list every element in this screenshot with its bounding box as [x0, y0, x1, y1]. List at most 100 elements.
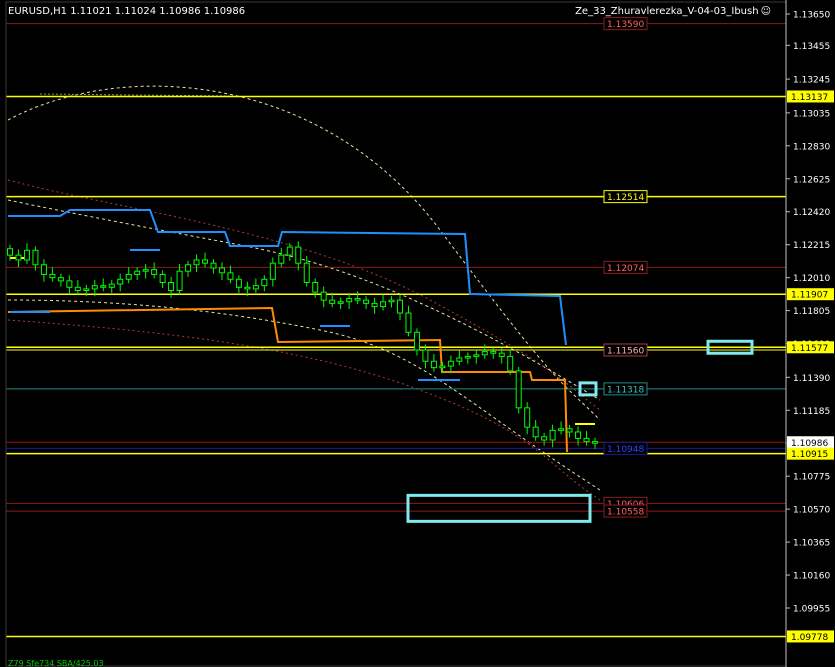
- price-chart[interactable]: 1.13650 1.13455 1.13245 1.13035 1.12830 1.126…: [0, 0, 835, 667]
- cyan-marker-box[interactable]: [406, 493, 592, 523]
- candle-body: [210, 262, 217, 269]
- candle-body: [49, 273, 56, 279]
- candle-body: [244, 286, 251, 290]
- candle-body: [524, 407, 531, 428]
- candle-body: [185, 264, 192, 272]
- axis-tick-label: 1.10570: [793, 506, 830, 516]
- price-tag-label: 1.10986: [791, 439, 828, 449]
- level-label: 1.10948: [607, 445, 644, 455]
- candle-body: [176, 270, 183, 292]
- envelope-lines: [7, 85, 601, 501]
- candle-body: [566, 428, 573, 433]
- candle-body: [7, 248, 13, 256]
- candle-body: [269, 262, 276, 280]
- candle-body: [346, 298, 353, 303]
- candle-body: [575, 431, 582, 439]
- candle-body: [23, 249, 30, 261]
- axis-tick-label: 1.12830: [793, 142, 830, 152]
- axis-tick-label: 1.12420: [793, 208, 830, 218]
- price-tag-label: 1.11907: [791, 291, 828, 301]
- price-tag-label: 1.10915: [791, 450, 828, 460]
- candle-body: [57, 277, 64, 282]
- candle-body: [74, 286, 81, 292]
- blue-step-line: [8, 209, 567, 346]
- price-tag-label: 1.13137: [791, 93, 828, 103]
- axis-tick-label: 1.11185: [793, 407, 830, 417]
- axis-tick-label: 1.11805: [793, 307, 830, 317]
- candle-body: [447, 360, 454, 367]
- price-tag-label: 1.09778: [791, 633, 828, 643]
- candle-body: [193, 259, 200, 266]
- candle-body: [40, 264, 47, 275]
- candle-body: [151, 269, 158, 275]
- candle-body: [117, 278, 124, 285]
- candles: [7, 241, 598, 449]
- candle-body: [397, 299, 403, 314]
- candle-body: [388, 299, 395, 303]
- candle-body: [278, 254, 285, 264]
- markers: [406, 339, 754, 523]
- candle-body: [549, 429, 556, 441]
- candle-body: [558, 428, 565, 431]
- candle-body: [515, 370, 522, 409]
- candle-body: [456, 357, 463, 362]
- candle-body: [15, 254, 22, 261]
- axis-tick-label: 1.13035: [793, 109, 830, 119]
- level-label: 1.12514: [607, 193, 644, 203]
- candle-body: [422, 349, 429, 362]
- level-label: 1.11560: [607, 346, 644, 356]
- candle-body: [66, 280, 73, 288]
- candle-body: [473, 354, 480, 357]
- candle-body: [202, 259, 208, 264]
- axis-tick-label: 1.12010: [793, 274, 830, 284]
- price-tag-label: 1.11577: [791, 344, 828, 354]
- candle-body: [91, 285, 98, 290]
- footer-text: Z79 Sfe734 SBA/425.03: [8, 659, 104, 667]
- candle-body: [592, 441, 598, 444]
- axis-tick-label: 1.13650: [793, 11, 830, 21]
- candle-body: [464, 355, 471, 359]
- candle-body: [354, 298, 361, 301]
- envelope-line: [7, 299, 601, 491]
- candle-body: [125, 273, 132, 280]
- candle-body: [286, 246, 293, 256]
- candle-body: [235, 278, 242, 288]
- candle-body: [337, 301, 344, 304]
- axis-tick-label: 1.13455: [793, 42, 830, 52]
- candle-body: [252, 285, 259, 290]
- envelope-line: [39, 93, 231, 97]
- axis-tick-label: 1.11390: [793, 374, 830, 384]
- candle-body: [363, 299, 370, 304]
- candle-body: [371, 302, 378, 308]
- candle-body: [481, 351, 488, 356]
- candle-body: [312, 281, 319, 293]
- candle-body: [583, 437, 590, 443]
- candle-body: [541, 436, 548, 441]
- candle-body: [498, 352, 505, 357]
- candle-body: [303, 262, 310, 283]
- axis-tick-label: 1.10160: [793, 572, 830, 582]
- candle-body: [32, 249, 39, 266]
- candle-body: [532, 426, 539, 438]
- candle-body: [134, 270, 141, 275]
- candle-body: [413, 331, 420, 351]
- level-label: 1.11318: [607, 385, 644, 395]
- candle-body: [168, 281, 175, 292]
- axis-tick-label: 1.09955: [793, 605, 830, 615]
- candle-body: [490, 351, 497, 354]
- candle-body: [320, 291, 327, 301]
- axis-tick-label: 1.12625: [793, 175, 830, 185]
- candle-body: [83, 288, 90, 292]
- candle-body: [329, 299, 336, 304]
- level-label: 1.10558: [607, 508, 644, 518]
- candle-body: [159, 273, 166, 283]
- candle-body: [405, 312, 412, 333]
- candle-body: [380, 301, 387, 308]
- candle-body: [507, 355, 514, 372]
- candle-body: [261, 278, 268, 287]
- candle-body: [430, 360, 437, 369]
- axis-tick-label: 1.13245: [793, 76, 830, 86]
- chart-frame: [5, 1, 787, 667]
- axis-tick-label: 1.10775: [793, 473, 830, 483]
- axis-tick-label: 1.12215: [793, 241, 830, 251]
